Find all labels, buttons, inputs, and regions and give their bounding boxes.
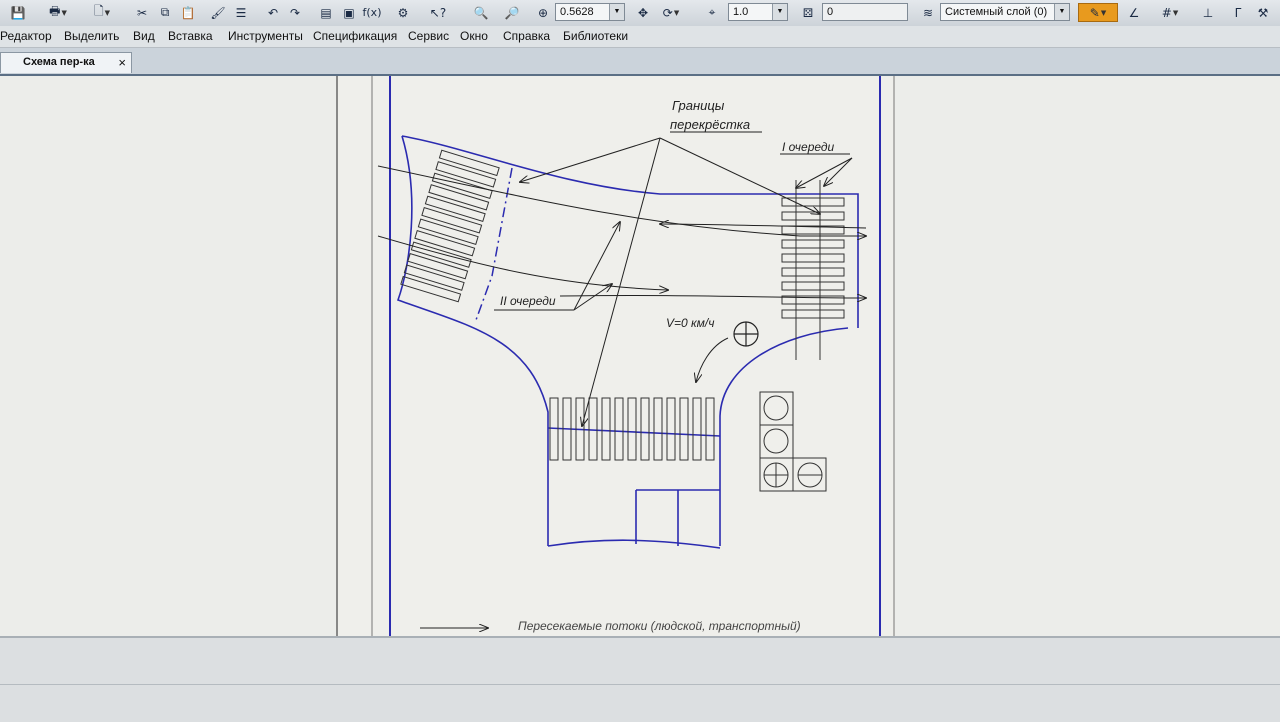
properties-icon[interactable]: ☰ xyxy=(231,3,251,22)
menu-service[interactable]: Сервис xyxy=(408,29,449,43)
copy-icon[interactable]: ⧉ xyxy=(155,3,175,22)
step-value: 0 xyxy=(827,6,834,18)
chevron-down-icon[interactable]: ▼ xyxy=(1054,4,1069,20)
paste-icon[interactable]: 📋 xyxy=(178,3,198,22)
style-icon[interactable]: ✎ ▼ xyxy=(1078,3,1118,22)
chevron-down-icon[interactable]: ▼ xyxy=(772,4,787,20)
menu-bar: Редактор Выделить Вид Вставка Инструмент… xyxy=(0,26,1280,48)
print-icon[interactable]: 🖶 ▼ xyxy=(44,3,72,22)
snap-icon[interactable]: ⌖ xyxy=(702,3,722,22)
crosswalk-left xyxy=(400,149,500,303)
menu-window[interactable]: Окно xyxy=(460,29,488,43)
label-queue-2: II очереди xyxy=(500,294,556,308)
step-icon[interactable]: ⚄ xyxy=(798,3,818,22)
close-icon[interactable]: × xyxy=(118,53,126,72)
legend-text: Пересекаемые потоки (людской, транспортн… xyxy=(518,619,801,633)
traffic-light-icon xyxy=(759,391,827,492)
menu-specification[interactable]: Спецификация xyxy=(313,29,397,43)
preview-icon[interactable]: 🗋 ▼ xyxy=(88,3,116,22)
grid-icon[interactable]: # ▼ xyxy=(1155,3,1185,22)
menu-editor[interactable]: Редактор xyxy=(0,29,52,43)
label-borders-2: перекрёстка xyxy=(670,117,750,132)
leader-lines xyxy=(494,131,850,311)
menu-tools[interactable]: Инструменты xyxy=(228,29,303,43)
layer-value: Системный слой (0) xyxy=(945,6,1048,18)
zoom-window-icon[interactable]: 🔎 xyxy=(502,3,522,22)
library-icon[interactable]: ▣ xyxy=(339,3,359,22)
tab-label: Схема пер-ка xyxy=(23,56,95,68)
axis-icon[interactable]: ⊥ xyxy=(1198,3,1218,22)
zoom-value: 0.5628 xyxy=(560,6,594,18)
label-speed: V=0 км/ч xyxy=(666,316,714,330)
status-bar xyxy=(0,636,1280,722)
tools-icon[interactable]: ⚒ xyxy=(1253,3,1273,22)
variables-icon[interactable]: ⚙ xyxy=(393,3,413,22)
sheet-frame xyxy=(336,76,895,636)
main-toolbar: 💾 🖶 ▼ 🗋 ▼ ✂ ⧉ 📋 🖌 ☰ ↶ ↷ ▤ ▣ f(x) ⚙ ↖? 🔍 🔎 … xyxy=(0,0,1280,27)
chevron-down-icon[interactable]: ▼ xyxy=(609,4,624,20)
zoom-scale-icon[interactable]: ⊕ xyxy=(533,3,553,22)
legend: Пересекаемые потоки (людской, транспортн… xyxy=(420,619,801,633)
document-tabbar: Схема пер-ка × xyxy=(0,48,1280,76)
drawing-canvas[interactable]: Границы перекрёстка I очереди II очереди… xyxy=(0,76,1280,636)
tab-scheme[interactable]: Схема пер-ка × xyxy=(0,52,132,73)
menu-libraries[interactable]: Библиотеки xyxy=(563,29,628,43)
redo-icon[interactable]: ↷ xyxy=(285,3,305,22)
format-brush-icon[interactable]: 🖌 xyxy=(208,3,228,22)
menu-select[interactable]: Выделить xyxy=(64,29,119,43)
undo-icon[interactable]: ↶ xyxy=(263,3,283,22)
line-scale-field[interactable]: 1.0 ▼ xyxy=(728,3,788,21)
refresh-icon[interactable]: ⟳ ▼ xyxy=(656,3,686,22)
menu-help[interactable]: Справка xyxy=(503,29,550,43)
step-field[interactable]: 0 xyxy=(822,3,908,21)
drawing: Границы перекрёстка I очереди II очереди… xyxy=(336,76,895,636)
rounding-icon[interactable]: ∠ xyxy=(1124,3,1144,22)
label-queue-1: I очереди xyxy=(782,140,835,154)
status-divider xyxy=(0,684,1280,685)
local-cs-icon[interactable]: Γ xyxy=(1228,3,1248,22)
help-icon[interactable]: ↖? xyxy=(423,3,453,22)
zoom-field[interactable]: 0.5628 ▼ xyxy=(555,3,625,21)
manager-icon[interactable]: ▤ xyxy=(316,3,336,22)
layers-icon[interactable]: ≋ xyxy=(918,3,938,22)
layer-select[interactable]: Системный слой (0) ▼ xyxy=(940,3,1070,21)
pan-icon[interactable]: ✥ xyxy=(633,3,653,22)
line-scale-value: 1.0 xyxy=(733,6,749,18)
label-borders-1: Границы xyxy=(672,98,725,113)
zoom-icon[interactable]: 🔍 xyxy=(471,3,491,22)
crosshair-circle-icon xyxy=(733,321,759,347)
menu-insert[interactable]: Вставка xyxy=(168,29,213,43)
fx-icon[interactable]: f(x) xyxy=(362,3,382,22)
cut-icon[interactable]: ✂ xyxy=(132,3,152,22)
menu-view[interactable]: Вид xyxy=(133,29,155,43)
save-icon[interactable]: 💾 xyxy=(8,3,28,22)
